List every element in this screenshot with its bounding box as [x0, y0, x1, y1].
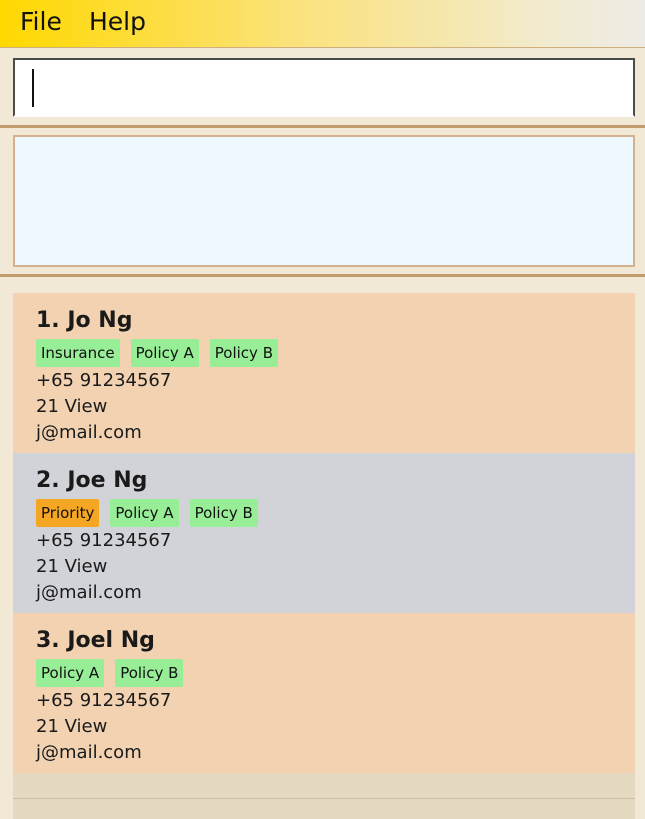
person-tags: Priority Policy A Policy B [36, 499, 258, 527]
tag-label: Policy B [115, 659, 184, 687]
person-email: j@mail.com [36, 742, 142, 763]
person-phone: +65 91234567 [36, 690, 172, 711]
person-phone: +65 91234567 [36, 530, 172, 551]
person-card[interactable]: 1. Jo Ng Insurance Policy A Policy B +65… [13, 293, 635, 453]
person-email: j@mail.com [36, 582, 142, 603]
command-input[interactable] [13, 58, 635, 117]
person-tags: Policy A Policy B [36, 659, 184, 687]
text-caret [32, 69, 34, 107]
list-bottom-divider [13, 798, 635, 799]
person-card[interactable]: 3. Joel Ng Policy A Policy B +65 9123456… [13, 613, 635, 773]
person-address: 21 View [36, 716, 108, 737]
menu-file[interactable]: File [20, 8, 62, 36]
person-list-area: 1. Jo Ng Insurance Policy A Policy B +65… [0, 277, 645, 819]
person-card[interactable]: 2. Joe Ng Priority Policy A Policy B +65… [13, 453, 635, 613]
person-phone: +65 91234567 [36, 370, 172, 391]
tag-label: Policy B [189, 499, 258, 527]
result-display[interactable] [13, 135, 635, 267]
tag-label: Insurance [36, 339, 120, 367]
person-tags: Insurance Policy A Policy B [36, 339, 278, 367]
person-email: j@mail.com [36, 422, 142, 443]
person-list[interactable]: 1. Jo Ng Insurance Policy A Policy B +65… [13, 293, 635, 819]
command-box-area [0, 49, 645, 125]
menu-help[interactable]: Help [89, 8, 146, 36]
tag-label-priority: Priority [36, 499, 100, 527]
tag-label: Policy A [110, 499, 179, 527]
tag-label: Policy B [209, 339, 278, 367]
person-address: 21 View [36, 556, 108, 577]
result-display-area [0, 128, 645, 274]
person-name: 1. Jo Ng [36, 308, 133, 333]
person-name: 2. Joe Ng [36, 468, 148, 493]
tag-label: Policy A [130, 339, 199, 367]
menu-bar: File Help [0, 0, 645, 48]
person-address: 21 View [36, 396, 108, 417]
person-name: 3. Joel Ng [36, 628, 155, 653]
tag-label: Policy A [36, 659, 105, 687]
